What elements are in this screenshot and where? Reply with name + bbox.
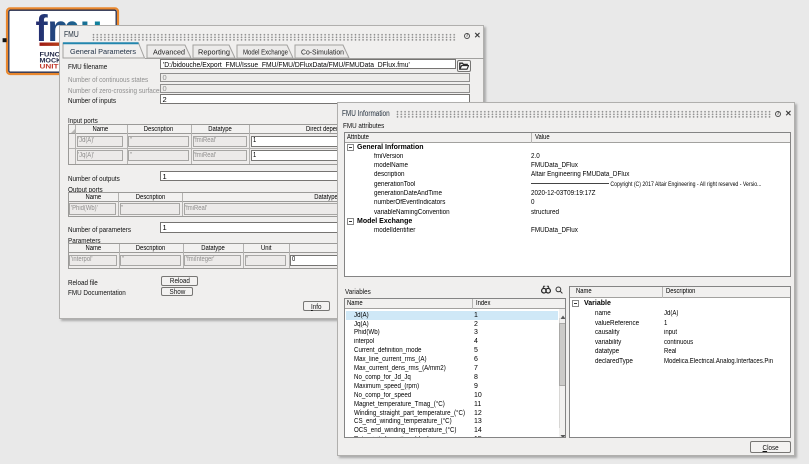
svg-text:Co-Simulation: Co-Simulation bbox=[301, 48, 344, 57]
svg-text:General Parameters: General Parameters bbox=[70, 47, 136, 56]
svg-text:UNIT: UNIT bbox=[40, 64, 60, 71]
svg-text:Model Exchange: Model Exchange bbox=[243, 48, 288, 57]
svg-text:Reporting: Reporting bbox=[198, 48, 230, 57]
svg-text:Advanced: Advanced bbox=[153, 48, 185, 57]
